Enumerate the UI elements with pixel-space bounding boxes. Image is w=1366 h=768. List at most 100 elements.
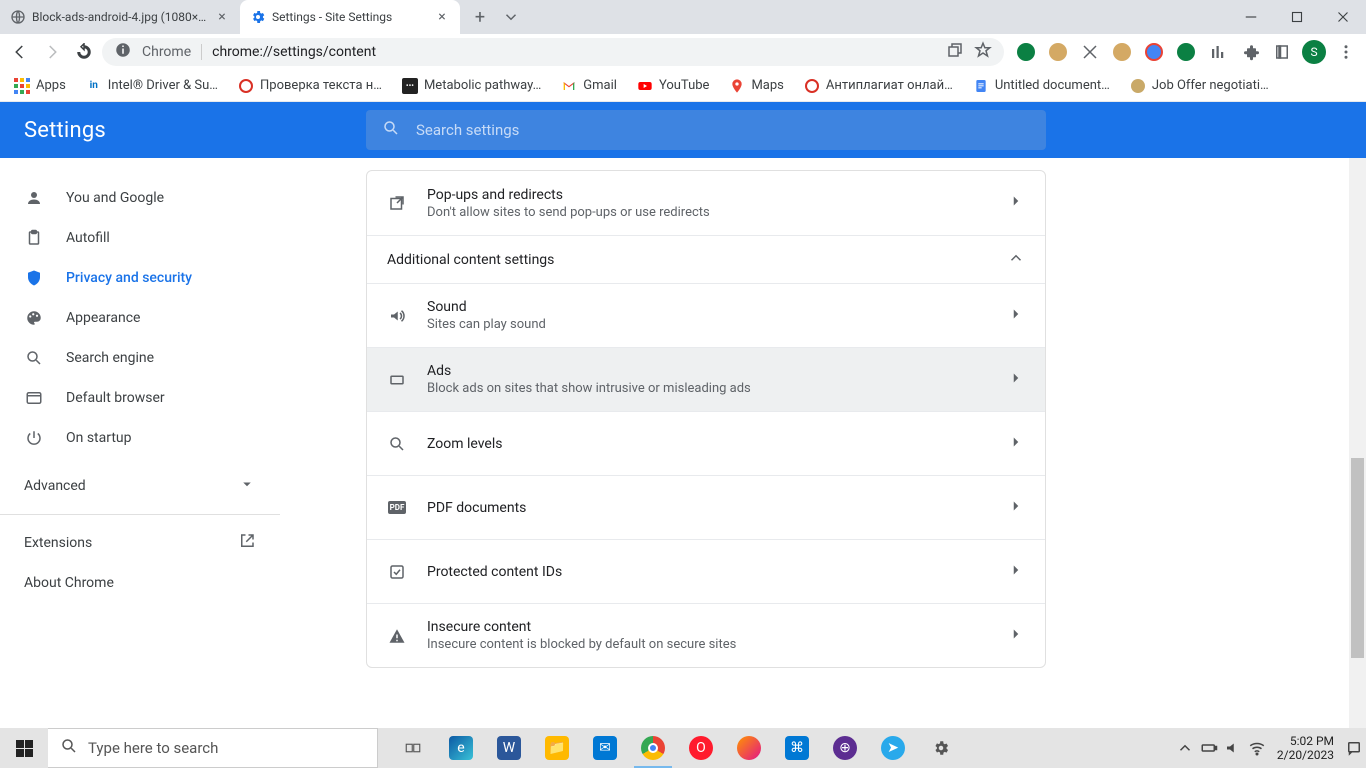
settings-content: Pop-ups and redirectsDon't allow sites t… xyxy=(280,158,1366,728)
row-protected-content[interactable]: Protected content IDs xyxy=(367,539,1045,603)
chevron-down-icon xyxy=(238,475,256,497)
new-tab-button[interactable]: + xyxy=(466,3,494,31)
task-view-button[interactable] xyxy=(390,728,436,768)
settings-page: Settings You and Google Autofill Privacy… xyxy=(0,102,1366,728)
bookmark-item[interactable]: Job Offer negotiati… xyxy=(1122,72,1277,100)
extension-icon[interactable] xyxy=(1172,38,1200,66)
row-sound[interactable]: SoundSites can play sound xyxy=(367,283,1045,347)
taskbar-app-mail[interactable]: ✉ xyxy=(582,728,628,768)
search-input[interactable] xyxy=(416,121,1030,139)
extension-icon[interactable] xyxy=(1012,38,1040,66)
sidebar-item-you-and-google[interactable]: You and Google xyxy=(0,178,280,218)
tab-active[interactable]: Settings - Site Settings × xyxy=(240,0,460,34)
scrollbar-thumb[interactable] xyxy=(1351,458,1364,658)
minimize-button[interactable] xyxy=(1228,0,1274,34)
extension-icon[interactable] xyxy=(1108,38,1136,66)
extension-icon[interactable] xyxy=(1204,38,1232,66)
bookmark-item[interactable]: Антиплагиат онлай… xyxy=(796,72,961,100)
sidebar-item-autofill[interactable]: Autofill xyxy=(0,218,280,258)
close-icon[interactable]: × xyxy=(434,9,450,25)
bookmark-item[interactable]: YouTube xyxy=(629,72,718,100)
sidebar-item-search-engine[interactable]: Search engine xyxy=(0,338,280,378)
taskbar-app-telegram[interactable]: ➤ xyxy=(870,728,916,768)
site-info-icon[interactable] xyxy=(114,41,132,63)
url-text: chrome://settings/content xyxy=(212,44,376,60)
sidebar-item-appearance[interactable]: Appearance xyxy=(0,298,280,338)
sidebar-item-on-startup[interactable]: On startup xyxy=(0,418,280,458)
chevron-right-icon xyxy=(1007,369,1025,391)
sidebar-item-default-browser[interactable]: Default browser xyxy=(0,378,280,418)
content-settings-panel: Pop-ups and redirectsDon't allow sites t… xyxy=(366,170,1046,668)
reload-button[interactable] xyxy=(70,38,98,66)
chevron-up-icon xyxy=(1007,249,1025,271)
bookmark-item[interactable]: Проверка текста н… xyxy=(230,72,390,100)
back-button[interactable] xyxy=(6,38,34,66)
taskbar-app-word[interactable]: W xyxy=(486,728,532,768)
bookmark-star-icon[interactable] xyxy=(974,41,992,63)
battery-icon[interactable] xyxy=(1197,728,1221,768)
close-icon[interactable]: × xyxy=(214,9,230,25)
bookmarks-bar: Apps inIntel® Driver & Su… Проверка текс… xyxy=(0,70,1366,102)
row-insecure-content[interactable]: Insecure contentInsecure content is bloc… xyxy=(367,603,1045,667)
extensions-menu-icon[interactable] xyxy=(1236,38,1264,66)
extension-icon[interactable] xyxy=(1140,38,1168,66)
address-bar[interactable]: Chrome chrome://settings/content xyxy=(102,38,1004,66)
bookmark-item[interactable]: Untitled document… xyxy=(965,72,1118,100)
reading-list-icon[interactable] xyxy=(1268,38,1296,66)
favicon xyxy=(238,78,254,94)
person-icon xyxy=(24,188,44,208)
profile-avatar[interactable]: S xyxy=(1300,38,1328,66)
bookmark-item[interactable]: Gmail xyxy=(553,72,625,100)
search-settings-box[interactable] xyxy=(366,110,1046,150)
sidebar-link-extensions[interactable]: Extensions xyxy=(0,523,280,563)
pdf-icon: PDF xyxy=(387,498,407,518)
row-zoom[interactable]: Zoom levels xyxy=(367,411,1045,475)
globe-icon xyxy=(10,9,26,25)
scrollbar[interactable] xyxy=(1349,158,1366,728)
chevron-right-icon xyxy=(1007,625,1025,647)
sound-icon xyxy=(387,306,407,326)
sidebar-advanced-toggle[interactable]: Advanced xyxy=(0,466,280,506)
extension-icon[interactable] xyxy=(1044,38,1072,66)
extension-icon[interactable] xyxy=(1076,38,1104,66)
browser-tab-strip: Block-ads-android-4.jpg (1080×2… × Setti… xyxy=(0,0,1366,34)
bookmark-item[interactable]: inIntel® Driver & Su… xyxy=(78,72,226,100)
warning-icon xyxy=(387,626,407,646)
bookmark-item[interactable]: •••Metabolic pathway… xyxy=(394,72,549,100)
popup-icon xyxy=(387,193,407,213)
sidebar-link-about[interactable]: About Chrome xyxy=(0,563,280,603)
taskbar-app-chrome[interactable] xyxy=(630,728,676,768)
tray-chevron-icon[interactable] xyxy=(1173,728,1197,768)
taskbar-app-settings[interactable] xyxy=(918,728,964,768)
wifi-icon[interactable] xyxy=(1245,728,1269,768)
taskbar-app[interactable]: ⊕ xyxy=(822,728,868,768)
tab-search-button[interactable] xyxy=(494,0,528,34)
forward-button[interactable] xyxy=(38,38,66,66)
taskbar-app-explorer[interactable]: 📁 xyxy=(534,728,580,768)
taskbar-app-firefox[interactable] xyxy=(726,728,772,768)
taskbar-app-edge[interactable]: e xyxy=(438,728,484,768)
tab-inactive[interactable]: Block-ads-android-4.jpg (1080×2… × xyxy=(0,0,240,34)
start-button[interactable] xyxy=(0,728,48,768)
origin-label: Chrome xyxy=(142,44,202,60)
browser-icon xyxy=(24,388,44,408)
notifications-icon[interactable] xyxy=(1342,728,1366,768)
volume-icon[interactable] xyxy=(1221,728,1245,768)
taskbar-app-vscode[interactable]: ⌘ xyxy=(774,728,820,768)
row-ads[interactable]: AdsBlock ads on sites that show intrusiv… xyxy=(367,347,1045,411)
row-pdf[interactable]: PDF PDF documents xyxy=(367,475,1045,539)
maximize-button[interactable] xyxy=(1274,0,1320,34)
bookmark-apps[interactable]: Apps xyxy=(6,72,74,100)
additional-content-header[interactable]: Additional content settings xyxy=(367,235,1045,283)
row-popups[interactable]: Pop-ups and redirectsDon't allow sites t… xyxy=(367,171,1045,235)
bookmark-item[interactable]: Maps xyxy=(721,72,791,100)
shield-icon xyxy=(24,268,44,288)
docs-icon xyxy=(973,78,989,94)
taskbar-clock[interactable]: 5:02 PM 2/20/2023 xyxy=(1269,734,1342,762)
menu-icon[interactable] xyxy=(1332,38,1360,66)
share-icon[interactable] xyxy=(946,41,964,63)
sidebar-item-privacy[interactable]: Privacy and security xyxy=(0,258,280,298)
taskbar-app-opera[interactable]: O xyxy=(678,728,724,768)
close-window-button[interactable] xyxy=(1320,0,1366,34)
taskbar-search[interactable]: Type here to search xyxy=(48,728,378,768)
